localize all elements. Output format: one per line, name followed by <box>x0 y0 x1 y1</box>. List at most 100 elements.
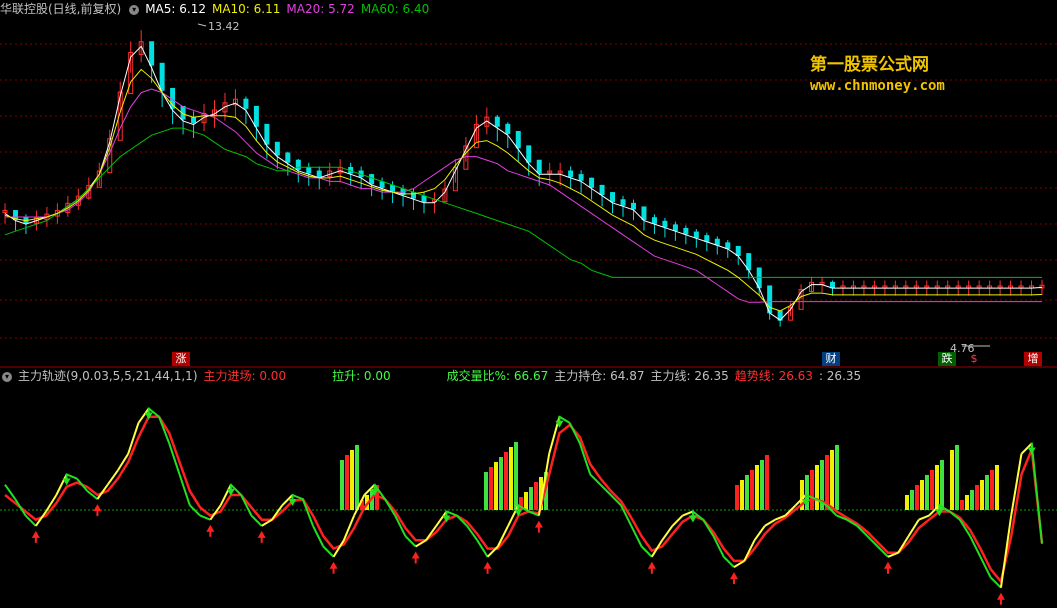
ma10-line <box>4 68 1043 312</box>
ma60-value: MA60: 6.40 <box>360 2 430 16</box>
price-candle-body <box>568 170 574 178</box>
main-force-line-segment <box>199 514 211 521</box>
price-candle-body <box>264 123 270 145</box>
buy-arrow-icon <box>257 530 266 543</box>
price-candle-body <box>725 242 731 249</box>
buy-arrow-icon <box>483 561 492 574</box>
volume-bar <box>524 492 528 510</box>
price-candle-body <box>159 62 165 91</box>
buy-arrow-icon <box>411 551 420 564</box>
price-candle-body <box>243 98 249 109</box>
ma5-value: MA5: 6.12 <box>145 2 206 16</box>
volume-bar <box>740 480 744 510</box>
main-force-line-segment <box>999 515 1013 588</box>
indicator-header: ▾ 主力轨迹(9,0.03,5,5,21,44,1,1) 主力进场: 0.00 拉升:… <box>0 368 867 384</box>
volume-bar <box>489 467 493 510</box>
buy-arrow-icon <box>534 520 543 533</box>
marker-cai: 财 <box>822 352 840 366</box>
indicator-trend: 趋势线: 26.63 <box>734 369 813 383</box>
price-candle-body <box>578 174 584 181</box>
buy-arrow-icon <box>996 592 1005 605</box>
main-force-line-segment <box>661 525 674 541</box>
price-candle-body <box>536 159 542 174</box>
price-candle-body <box>714 238 720 246</box>
indicator-line: 主力线: 26.35 <box>650 369 729 383</box>
volume-bar <box>980 480 984 510</box>
marker-zeng: 增 <box>1024 352 1042 366</box>
volume-bar <box>905 495 909 510</box>
volume-bar <box>735 485 739 510</box>
buy-arrow-icon <box>206 524 215 537</box>
volume-bar <box>925 475 929 510</box>
main-force-line-segment <box>106 469 119 486</box>
price-candle-body <box>735 245 741 257</box>
main-force-line-segment <box>66 473 78 480</box>
settings-icon[interactable]: ▾ <box>129 4 140 15</box>
volume-bar <box>755 465 759 510</box>
volume-bar <box>484 472 488 510</box>
price-candle-body <box>379 181 385 188</box>
settings-icon[interactable]: ▾ <box>2 371 12 382</box>
ma20-line <box>5 88 1042 303</box>
volume-bar <box>940 460 944 510</box>
indicator-name: 主力轨迹(9,0.03,5,5,21,44,1,1) <box>18 369 198 383</box>
price-candle-body <box>630 202 636 210</box>
price-candle-body <box>526 145 532 163</box>
main-force-line-segment <box>918 514 930 521</box>
price-candle-body <box>390 184 396 192</box>
high-annotation: 13.42 <box>208 20 240 33</box>
volume-bar <box>765 455 769 510</box>
volume-bar <box>494 462 498 510</box>
ma60-line <box>4 127 1042 278</box>
volume-bar <box>534 482 538 510</box>
main-force-line-segment <box>76 477 88 492</box>
price-candle-body <box>369 174 375 185</box>
price-candle-body <box>651 217 657 224</box>
volume-bar <box>965 495 969 510</box>
price-candle-body <box>505 123 511 134</box>
volume-bar <box>810 470 814 510</box>
volume-bar <box>910 490 914 510</box>
price-candle-body <box>306 166 312 174</box>
ma10-value: MA10: 6.11 <box>211 2 281 16</box>
price-candle-body <box>589 177 595 188</box>
volume-bar <box>970 490 974 510</box>
main-force-line-segment <box>384 498 397 517</box>
buy-arrow-icon <box>31 530 40 543</box>
watermark-title: 第一股票公式网 <box>810 55 929 75</box>
main-force-line-segment <box>312 525 325 547</box>
main-force-line-segment <box>682 510 694 517</box>
main-force-line-segment <box>117 453 130 471</box>
price-header: 华联控股(日线,前复权) ▾ MA5: 6.12 MA10: 6.11 MA20: 5.… <box>0 1 435 17</box>
main-force-line-segment <box>55 473 68 496</box>
volume-bar <box>499 457 503 510</box>
price-candle-body <box>704 235 710 242</box>
price-candle-body <box>599 184 605 196</box>
buy-arrow-icon <box>883 561 892 574</box>
main-force-line-segment <box>568 422 581 444</box>
volume-bar <box>960 500 964 510</box>
volume-bar <box>345 455 349 510</box>
volume-bar <box>350 450 354 510</box>
ma20-value: MA20: 5.72 <box>286 2 355 16</box>
price-candle-body <box>746 253 752 271</box>
volume-bar <box>915 485 919 510</box>
volume-bar <box>760 460 764 510</box>
stock-title: 华联控股(日线,前复权) <box>0 2 122 16</box>
main-force-line-segment <box>292 494 304 501</box>
price-candle-body <box>515 131 521 149</box>
volume-bar <box>835 445 839 510</box>
sell-arrow-icon <box>1027 442 1036 455</box>
volume-bar <box>995 465 999 510</box>
volume-bar <box>920 480 924 510</box>
volume-bar <box>340 460 344 510</box>
price-candle-body <box>830 281 836 289</box>
price-candle-body <box>641 206 647 221</box>
buy-arrow-icon <box>647 561 656 574</box>
main-force-line-segment <box>702 519 715 537</box>
volume-bar <box>509 447 513 510</box>
trend-line <box>4 415 1044 585</box>
price-candle-body <box>421 195 427 203</box>
price-candle-body <box>610 192 616 203</box>
volume-bar <box>935 465 939 510</box>
